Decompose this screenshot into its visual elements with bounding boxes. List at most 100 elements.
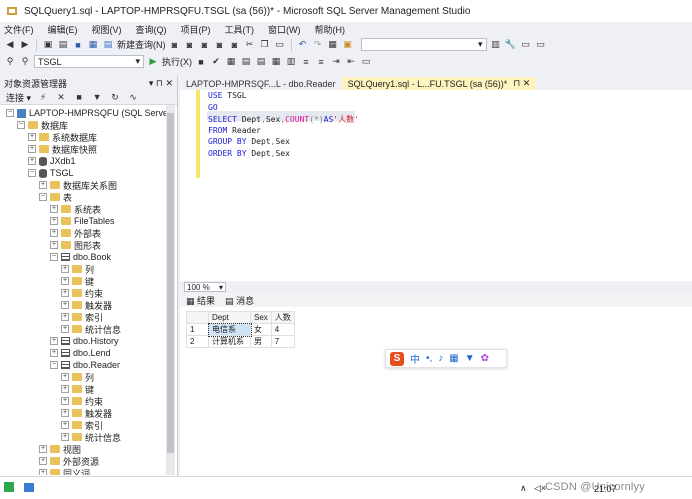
expand-icon[interactable]: + xyxy=(61,313,69,321)
collapse-icon[interactable]: − xyxy=(39,193,47,201)
tree-node[interactable]: − dbo.Reader xyxy=(0,359,177,371)
execute-button[interactable]: 执行(X) xyxy=(162,55,192,68)
expand-icon[interactable]: + xyxy=(61,373,69,381)
connect-icon[interactable]: ⚲ xyxy=(4,56,16,68)
table-cell[interactable]: 女 xyxy=(250,323,272,336)
expand-icon[interactable]: + xyxy=(61,325,69,333)
mdx-query-icon[interactable]: ◙ xyxy=(184,39,196,51)
menu-item[interactable]: 窗口(W) xyxy=(268,23,301,36)
parse-icon[interactable]: ✔ xyxy=(210,56,222,68)
expand-icon[interactable]: + xyxy=(28,157,36,165)
app-icon[interactable] xyxy=(4,482,14,492)
expand-icon[interactable]: + xyxy=(28,145,36,153)
tree-node[interactable]: − 表 xyxy=(0,191,177,203)
tree-node[interactable]: + 列 xyxy=(0,371,177,383)
stop-icon[interactable]: ■ xyxy=(73,91,85,103)
tree-node[interactable]: + JXdb1 xyxy=(0,155,177,167)
paste-icon[interactable]: ▭ xyxy=(274,39,286,51)
properties-icon[interactable]: 🔧 xyxy=(505,39,517,51)
expand-icon[interactable]: + xyxy=(39,181,47,189)
solution-icon[interactable]: ▣ xyxy=(342,39,354,51)
table-cell[interactable]: 4 xyxy=(270,323,295,336)
tree-node[interactable]: + 系统表 xyxy=(0,203,177,215)
tree-node[interactable]: + 键 xyxy=(0,383,177,395)
connect-plug-icon[interactable]: ⚡ xyxy=(37,91,49,103)
menu-item[interactable]: 视图(V) xyxy=(92,23,122,36)
new-query-button[interactable]: 新建查询(N) xyxy=(117,38,166,51)
menu-item[interactable]: 项目(P) xyxy=(181,23,211,36)
collapse-icon[interactable]: − xyxy=(17,121,25,129)
tree-node[interactable]: + 系统数据库 xyxy=(0,131,177,143)
expand-icon[interactable]: + xyxy=(28,133,36,141)
collapse-icon[interactable]: − xyxy=(50,253,58,261)
column-header[interactable] xyxy=(186,311,209,324)
expand-icon[interactable]: + xyxy=(39,445,47,453)
copy-icon[interactable]: ❐ xyxy=(259,39,271,51)
expand-icon[interactable]: + xyxy=(50,229,58,237)
expand-icon[interactable]: + xyxy=(61,409,69,417)
tree-node[interactable]: + 同义词 xyxy=(0,467,177,475)
tree-node[interactable]: − 数据库 xyxy=(0,119,177,131)
collapse-icon[interactable]: − xyxy=(6,109,14,117)
forward-icon[interactable]: ▶ xyxy=(19,39,31,51)
object-explorer-scrollbar[interactable] xyxy=(166,105,175,475)
row-number[interactable]: 1 xyxy=(186,323,209,336)
toolbox-icon[interactable]: ▭ xyxy=(520,39,532,51)
zoom-combo[interactable]: 100 % ▾ xyxy=(184,282,226,292)
tree-node[interactable]: + dbo.History xyxy=(0,335,177,347)
table-cell[interactable]: 计算机系 xyxy=(208,335,251,348)
change-connection-icon[interactable]: ⚲ xyxy=(19,56,31,68)
chevron-up-icon[interactable]: ∧ xyxy=(520,483,527,494)
tree-node[interactable]: + 外部表 xyxy=(0,227,177,239)
punctuation-icon[interactable]: •, xyxy=(426,353,432,364)
collapse-icon[interactable]: − xyxy=(50,361,58,369)
expand-icon[interactable]: + xyxy=(61,433,69,441)
tree-node[interactable]: + 视图 xyxy=(0,443,177,455)
ssms-taskbar-icon[interactable] xyxy=(24,483,34,492)
results-text-icon[interactable]: ▤ xyxy=(255,56,267,68)
expand-icon[interactable]: + xyxy=(61,265,69,273)
expand-icon[interactable]: + xyxy=(50,337,58,345)
expand-icon[interactable]: + xyxy=(61,277,69,285)
panel-controls[interactable]: ▾ ⊓ ✕ xyxy=(149,78,173,89)
clock[interactable]: 21:07 xyxy=(594,484,617,494)
new-query-icon[interactable]: ▤ xyxy=(102,39,114,51)
xmla-query-icon[interactable]: ◙ xyxy=(214,39,226,51)
back-icon[interactable]: ◀ xyxy=(4,39,16,51)
uncomment-icon[interactable]: ≡ xyxy=(315,56,327,68)
expand-icon[interactable]: + xyxy=(50,205,58,213)
sogou-logo-icon[interactable]: S xyxy=(390,351,404,366)
tab-messages[interactable]: ▤ 消息 xyxy=(225,294,254,307)
tree-node[interactable]: + 外部资源 xyxy=(0,455,177,467)
expand-icon[interactable]: + xyxy=(39,469,47,475)
menu-item[interactable]: 查询(Q) xyxy=(136,23,167,36)
tree-node[interactable]: + 统计信息 xyxy=(0,323,177,335)
table-cell[interactable]: 7 xyxy=(270,335,295,348)
disconnect-icon[interactable]: ✕ xyxy=(55,91,67,103)
undo-icon[interactable]: ↶ xyxy=(297,39,309,51)
tree-node[interactable]: + 触发器 xyxy=(0,299,177,311)
expand-icon[interactable]: + xyxy=(50,217,58,225)
skin-icon[interactable]: ▼ xyxy=(465,353,475,364)
expand-icon[interactable]: + xyxy=(61,421,69,429)
execute-icon[interactable]: ▶ xyxy=(147,56,159,68)
results-grid-icon[interactable]: ▦ xyxy=(270,56,282,68)
dmx-query-icon[interactable]: ◙ xyxy=(199,39,211,51)
collapse-icon[interactable]: − xyxy=(28,169,36,177)
find-combo[interactable]: ▾ xyxy=(360,38,487,51)
menu-item[interactable]: 帮助(H) xyxy=(315,23,346,36)
query-designer-icon[interactable]: ▤ xyxy=(240,56,252,68)
outdent-icon[interactable]: ⇤ xyxy=(345,56,357,68)
filter-icon[interactable]: ▼ xyxy=(91,91,103,103)
comment-icon[interactable]: ≡ xyxy=(300,56,312,68)
results-file-icon[interactable]: ▥ xyxy=(285,56,297,68)
estimated-plan-icon[interactable]: ▦ xyxy=(225,56,237,68)
expand-icon[interactable]: + xyxy=(50,241,58,249)
tree-node[interactable]: + 数据库关系图 xyxy=(0,179,177,191)
menu-item[interactable]: 文件(F) xyxy=(4,23,34,36)
tab-dbo-reader[interactable]: LAPTOP-HMPRSQF...L - dbo.Reader xyxy=(180,77,342,90)
tree-node[interactable]: − TSGL xyxy=(0,167,177,179)
tree-node[interactable]: + 键 xyxy=(0,275,177,287)
menu-item[interactable]: 编辑(E) xyxy=(48,23,78,36)
cut-icon[interactable]: ✂ xyxy=(244,39,256,51)
